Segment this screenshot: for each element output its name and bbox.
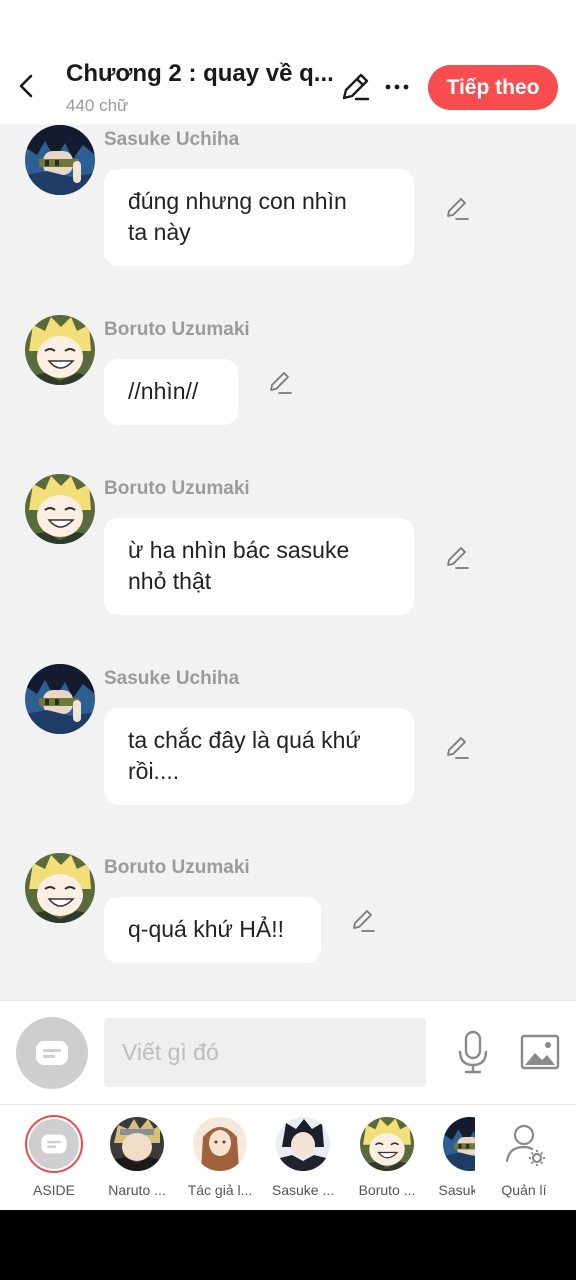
character-boruto[interactable]: Boruto ... xyxy=(347,1117,427,1203)
edit-message-icon[interactable] xyxy=(444,196,470,222)
sender-name: Boruto Uzumaki xyxy=(104,478,250,499)
character-label: ASIDE xyxy=(32,1182,75,1198)
character-label: Boruto ... xyxy=(358,1182,416,1198)
top-bar: Chương 2 : quay về q... 440 chữ Tiếp the… xyxy=(0,0,576,124)
avatar xyxy=(193,1117,247,1171)
character-naruto[interactable]: Naruto ... xyxy=(97,1117,177,1203)
message-bubble[interactable]: ta chắc đây là quá khứ rồi.... xyxy=(104,708,414,805)
manage-icon xyxy=(497,1117,551,1171)
avatar[interactable] xyxy=(25,315,95,385)
message-input[interactable] xyxy=(104,1018,426,1087)
character-label: Sasuke ... xyxy=(271,1182,335,1198)
aside-icon xyxy=(36,1041,68,1065)
avatar xyxy=(360,1117,414,1171)
message-bubble[interactable]: q-quá khứ HẢ!! xyxy=(104,897,321,963)
character-label: Naruto ... xyxy=(108,1182,166,1198)
sender-name: Sasuke Uchiha xyxy=(104,129,240,150)
sender-name: Boruto Uzumaki xyxy=(104,857,250,878)
more-options-button[interactable] xyxy=(382,70,412,104)
insert-image-button[interactable] xyxy=(520,1033,560,1071)
message-bubble[interactable]: đúng nhưng con nhìn ta này xyxy=(104,169,414,266)
avatar[interactable] xyxy=(25,853,95,923)
character-label: Tác giả l... xyxy=(187,1182,253,1198)
character-label: Quản lí xyxy=(501,1182,547,1198)
edit-message-icon[interactable] xyxy=(444,545,470,571)
more-dots-icon xyxy=(385,84,409,90)
edit-message-icon[interactable] xyxy=(350,908,376,934)
message-bubble[interactable]: ừ ha nhìn bác sasuke nhỏ thật xyxy=(104,518,414,615)
aside-toggle-button[interactable] xyxy=(16,1017,88,1089)
microphone-icon xyxy=(458,1030,488,1074)
edit-chapter-button[interactable] xyxy=(338,70,372,104)
next-chapter-button[interactable]: Tiếp theo xyxy=(428,65,558,110)
aside-icon xyxy=(41,1134,67,1154)
avatar[interactable] xyxy=(25,664,95,734)
sender-name: Sasuke Uchiha xyxy=(104,668,240,689)
image-icon xyxy=(520,1034,560,1070)
avatar[interactable] xyxy=(25,125,95,195)
character-sasuke[interactable]: Sasuke ... xyxy=(263,1117,343,1203)
avatar xyxy=(110,1117,164,1171)
selected-ring xyxy=(25,1115,83,1173)
system-navigation-bar xyxy=(0,1210,576,1280)
character-selector: ASIDE Naruto ... Tác giả l... Sasuke ...… xyxy=(0,1104,576,1210)
character-label: Sasuk xyxy=(438,1182,475,1198)
character-author[interactable]: Tác giả l... xyxy=(180,1117,260,1203)
edit-message-icon[interactable] xyxy=(267,370,293,396)
chevron-left-icon xyxy=(19,74,33,98)
composer-bar xyxy=(0,1000,576,1104)
pencil-icon xyxy=(342,73,370,101)
voice-input-button[interactable] xyxy=(456,1029,490,1075)
chapter-title: Chương 2 : quay về q... xyxy=(66,60,334,87)
manage-characters-button[interactable]: Quản lí xyxy=(484,1117,564,1203)
character-aside[interactable]: ASIDE xyxy=(14,1115,94,1203)
word-count: 440 chữ xyxy=(66,96,129,115)
message-bubble[interactable]: //nhìn// xyxy=(104,359,238,425)
avatar[interactable] xyxy=(25,474,95,544)
avatar xyxy=(276,1117,330,1171)
back-button[interactable] xyxy=(10,68,42,104)
character-sasuke-kid[interactable]: Sasuk xyxy=(430,1117,475,1203)
message-feed[interactable]: Sasuke Uchiha đúng nhưng con nhìn ta này… xyxy=(0,124,576,1000)
edit-message-icon[interactable] xyxy=(444,735,470,761)
sender-name: Boruto Uzumaki xyxy=(104,319,250,340)
avatar xyxy=(443,1117,475,1171)
